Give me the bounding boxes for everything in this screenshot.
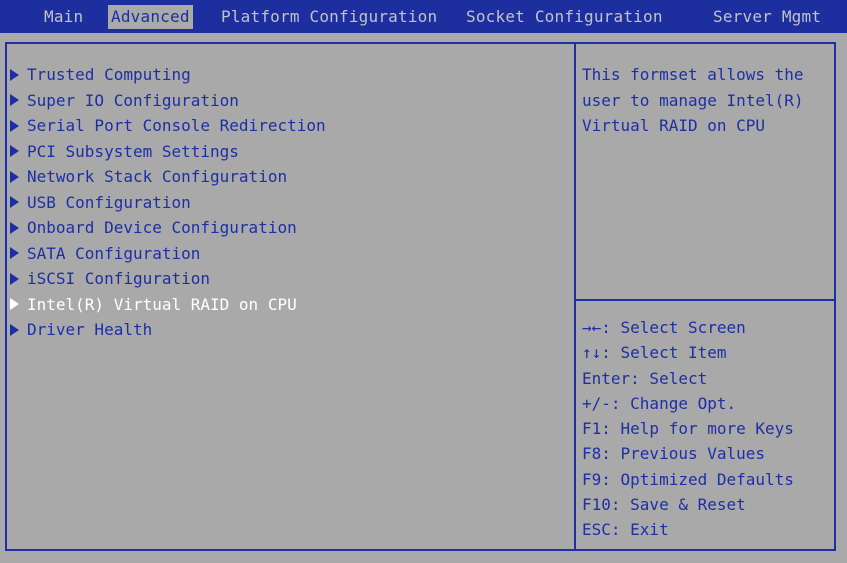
- key-hint-f10: F10: Save & Reset: [582, 495, 746, 515]
- menu-item-label: Onboard Device Configuration: [27, 218, 297, 237]
- menu-item-label: SATA Configuration: [27, 243, 201, 263]
- menu-item-label: PCI Subsystem Settings: [27, 141, 239, 161]
- key-hint-change-opt: +/-: Change Opt.: [582, 393, 737, 413]
- menu-item-pci-subsystem-settings[interactable]: PCI Subsystem Settings: [8, 139, 568, 165]
- key-hint-f1: F1: Help for more Keys: [582, 419, 794, 439]
- submenu-arrow-icon: [10, 323, 19, 336]
- submenu-arrow-icon: [10, 68, 19, 81]
- help-divider: [576, 299, 834, 301]
- tab-main[interactable]: Main: [44, 5, 83, 29]
- menu-item-onboard-device-configuration[interactable]: Onboard Device Configuration: [8, 215, 568, 241]
- menu-item-label: Network Stack Configuration: [27, 167, 288, 186]
- help-text: This formset allows the user to manage I…: [582, 65, 804, 135]
- key-hint-f8: F8: Previous Values: [582, 444, 766, 464]
- key-hint-select-item: ↑↓: Select Item: [582, 343, 727, 363]
- submenu-arrow-icon: [10, 94, 19, 107]
- submenu-arrow-icon: [10, 145, 19, 158]
- submenu-arrow-icon: [10, 170, 19, 183]
- submenu-arrow-icon: [10, 221, 19, 234]
- menu-item-label: Serial Port Console Redirection: [27, 116, 326, 135]
- submenu-arrow-icon: [10, 272, 19, 285]
- tab-bar: Main Advanced Platform Configuration Soc…: [0, 0, 847, 33]
- key-hint-select-screen: →←: Select Screen: [582, 318, 746, 337]
- menu-item-label: Super IO Configuration: [27, 90, 239, 110]
- menu-item-super-io-configuration[interactable]: Super IO Configuration: [8, 88, 568, 114]
- menu-item-trusted-computing[interactable]: Trusted Computing: [8, 62, 568, 88]
- tab-socket-configuration[interactable]: Socket Configuration: [466, 5, 663, 29]
- menu-item-label: iSCSI Configuration: [27, 269, 211, 288]
- menu-item-sata-configuration[interactable]: SATA Configuration: [8, 241, 568, 267]
- menu-item-iscsi-configuration[interactable]: iSCSI Configuration: [8, 266, 568, 292]
- menu-item-driver-health[interactable]: Driver Health: [8, 317, 568, 343]
- tab-advanced[interactable]: Advanced: [108, 5, 193, 29]
- tab-platform-configuration[interactable]: Platform Configuration: [221, 5, 437, 29]
- menu-item-network-stack-configuration[interactable]: Network Stack Configuration: [8, 164, 568, 190]
- menu-item-label: Driver Health: [27, 320, 153, 339]
- menu-item-label: Trusted Computing: [27, 65, 191, 84]
- menu-item-serial-port-console-redirection[interactable]: Serial Port Console Redirection: [8, 113, 568, 139]
- key-hint-esc: ESC: Exit: [582, 520, 669, 540]
- tab-server-mgmt[interactable]: Server Mgmt: [713, 5, 821, 29]
- menu-item-label: USB Configuration: [27, 192, 191, 212]
- menu-list: Trusted Computing Super IO Configuration…: [8, 62, 568, 343]
- submenu-arrow-icon: [10, 247, 19, 260]
- key-hint-f9: F9: Optimized Defaults: [582, 469, 794, 489]
- submenu-arrow-icon: [10, 298, 19, 311]
- key-hint-enter: Enter: Select: [582, 368, 708, 388]
- key-legend: →←: Select Screen ↑↓: Select Item Enter:…: [582, 315, 832, 543]
- menu-item-intel-virtual-raid-on-cpu[interactable]: Intel(R) Virtual RAID on CPU: [8, 292, 568, 318]
- submenu-arrow-icon: [10, 119, 19, 132]
- submenu-arrow-icon: [10, 196, 19, 209]
- menu-item-label: Intel(R) Virtual RAID on CPU: [27, 294, 297, 314]
- menu-item-usb-configuration[interactable]: USB Configuration: [8, 190, 568, 216]
- panel-divider: [574, 42, 576, 551]
